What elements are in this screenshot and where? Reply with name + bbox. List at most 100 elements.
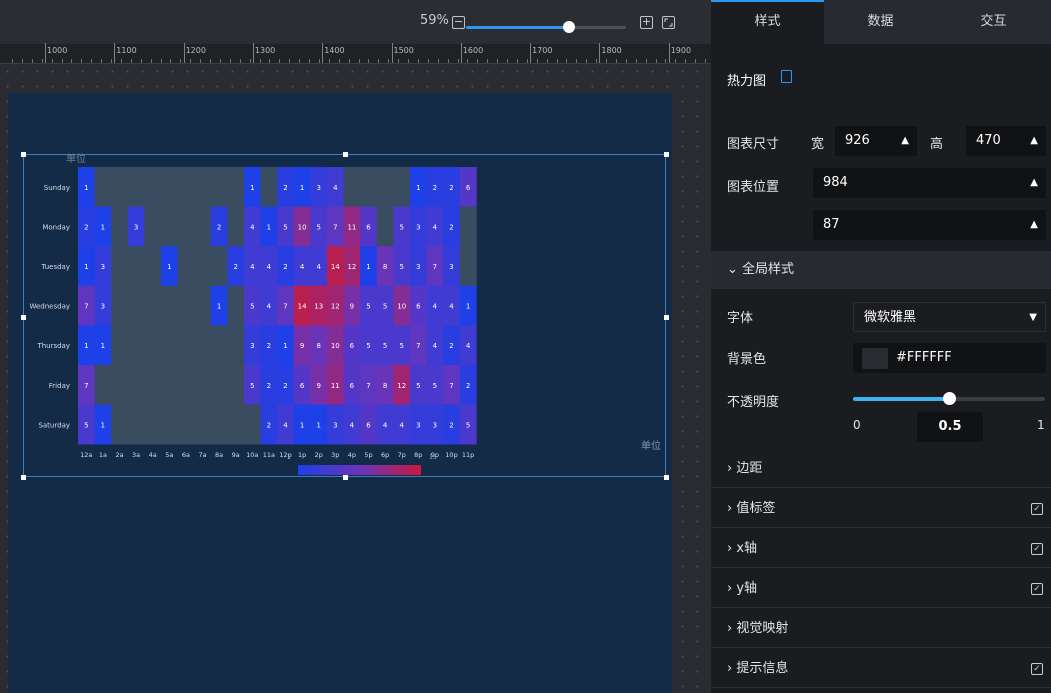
heatmap-empty-cell[interactable]: [177, 365, 195, 405]
height-input[interactable]: 470 ▲: [966, 126, 1046, 156]
heatmap-empty-cell[interactable]: [161, 167, 178, 207]
canvas-area[interactable]: 59% − + 1000 1100 1200 1300 1400 1500 1600 1700…: [0, 0, 711, 693]
heatmap-empty-cell[interactable]: [111, 285, 129, 326]
heatmap-empty-cell[interactable]: [161, 206, 178, 247]
heatmap-empty-cell[interactable]: [177, 167, 195, 207]
heatmap-empty-cell[interactable]: [111, 206, 129, 247]
width-input[interactable]: 926 ▲: [835, 126, 917, 156]
x-axis-tick-label: 5a: [165, 451, 173, 459]
heatmap-empty-cell[interactable]: [227, 285, 245, 326]
heatmap-empty-cell[interactable]: [194, 325, 212, 366]
heatmap-empty-cell[interactable]: [144, 325, 162, 366]
heatmap-value-label: 5: [399, 223, 403, 231]
heatmap-empty-cell[interactable]: [210, 365, 228, 405]
heatmap-empty-cell[interactable]: [161, 365, 178, 405]
position-y-spinner-icon[interactable]: ▲: [1030, 210, 1038, 240]
position-x-spinner-icon[interactable]: ▲: [1030, 168, 1038, 198]
heatmap-empty-cell[interactable]: [144, 246, 162, 287]
heatmap-empty-cell[interactable]: [127, 404, 145, 445]
heatmap-empty-cell[interactable]: [127, 325, 145, 366]
heatmap-value-label: 4: [333, 184, 338, 192]
opacity-value-input[interactable]: 0.5: [917, 412, 983, 442]
heatmap-empty-cell[interactable]: [210, 404, 228, 445]
chevron-right-icon: ›: [727, 661, 737, 676]
heatmap-empty-cell[interactable]: [194, 365, 212, 405]
global-style-section[interactable]: ⌄ 全局样式: [711, 251, 1051, 289]
heatmap-empty-cell[interactable]: [161, 285, 178, 326]
heatmap-value-label: 5: [84, 421, 88, 429]
heatmap-empty-cell[interactable]: [194, 404, 212, 445]
heatmap-empty-cell[interactable]: [177, 404, 195, 445]
heatmap-empty-cell[interactable]: [144, 285, 162, 326]
heatmap-empty-cell[interactable]: [194, 285, 212, 326]
heatmap-empty-cell[interactable]: [343, 167, 361, 207]
heatmap-empty-cell[interactable]: [244, 404, 261, 445]
tab-data[interactable]: 数据: [824, 0, 937, 44]
heatmap-empty-cell[interactable]: [227, 206, 245, 247]
height-spinner-icon[interactable]: ▲: [1030, 126, 1038, 156]
section-toggle-checkbox[interactable]: ✓: [1031, 543, 1043, 555]
opacity-slider-thumb[interactable]: [943, 392, 956, 405]
heatmap-empty-cell[interactable]: [111, 365, 129, 405]
heatmap-empty-cell[interactable]: [210, 325, 228, 366]
heatmap-empty-cell[interactable]: [144, 404, 162, 445]
heatmap-empty-cell[interactable]: [127, 246, 145, 287]
heatmap-empty-cell[interactable]: [227, 325, 245, 366]
visual-map-bar[interactable]: [298, 465, 421, 475]
heatmap-empty-cell[interactable]: [94, 167, 112, 207]
heatmap-empty-cell[interactable]: [111, 325, 129, 366]
heatmap-empty-cell[interactable]: [210, 167, 228, 207]
heatmap-empty-cell[interactable]: [459, 246, 477, 287]
heatmap-empty-cell[interactable]: [177, 246, 195, 287]
heatmap-empty-cell[interactable]: [360, 167, 378, 207]
heatmap-value-label: 2: [449, 184, 453, 192]
tab-interaction[interactable]: 交互: [937, 0, 1050, 44]
heatmap-value-label: 1: [101, 223, 105, 231]
heatmap-empty-cell[interactable]: [144, 206, 162, 247]
heatmap-empty-cell[interactable]: [127, 167, 145, 207]
section-5[interactable]: › 提示信息 ✓: [711, 650, 1051, 688]
section-toggle-checkbox[interactable]: ✓: [1031, 583, 1043, 595]
position-y-input[interactable]: 87 ▲: [813, 210, 1046, 240]
section-toggle-checkbox[interactable]: ✓: [1031, 663, 1043, 675]
opacity-slider[interactable]: [853, 392, 1045, 405]
heatmap-empty-cell[interactable]: [227, 167, 245, 207]
color-swatch[interactable]: [862, 348, 888, 369]
section-label: 提示信息: [736, 661, 789, 676]
heatmap-empty-cell[interactable]: [127, 285, 145, 326]
heatmap-empty-cell[interactable]: [459, 206, 477, 247]
heatmap-empty-cell[interactable]: [260, 167, 278, 207]
section-2[interactable]: › x轴 ✓: [711, 530, 1051, 568]
heatmap-empty-cell[interactable]: [376, 206, 394, 247]
heatmap-empty-cell[interactable]: [144, 167, 162, 207]
document-icon[interactable]: [781, 70, 792, 83]
heatmap-empty-cell[interactable]: [127, 365, 145, 405]
heatmap-empty-cell[interactable]: [227, 365, 245, 405]
heatmap-empty-cell[interactable]: [194, 206, 212, 247]
heatmap-empty-cell[interactable]: [210, 246, 228, 287]
font-select[interactable]: 微软雅黑 ▼: [853, 302, 1046, 332]
heatmap-empty-cell[interactable]: [111, 167, 129, 207]
section-0[interactable]: › 边距: [711, 450, 1051, 488]
position-x-input[interactable]: 984 ▲: [813, 168, 1046, 198]
heatmap-empty-cell[interactable]: [144, 365, 162, 405]
heatmap-empty-cell[interactable]: [393, 167, 411, 207]
section-toggle-checkbox[interactable]: ✓: [1031, 503, 1043, 515]
heatmap-empty-cell[interactable]: [177, 285, 195, 326]
heatmap-empty-cell[interactable]: [227, 404, 245, 445]
heatmap-empty-cell[interactable]: [376, 167, 394, 207]
section-4[interactable]: › 视觉映射: [711, 610, 1051, 648]
heatmap-empty-cell[interactable]: [177, 325, 195, 366]
width-spinner-icon[interactable]: ▲: [901, 126, 909, 156]
heatmap-empty-cell[interactable]: [194, 246, 212, 287]
heatmap-empty-cell[interactable]: [194, 167, 212, 207]
section-1[interactable]: › 值标签 ✓: [711, 490, 1051, 528]
section-3[interactable]: › y轴 ✓: [711, 570, 1051, 608]
heatmap-empty-cell[interactable]: [161, 325, 178, 366]
heatmap-empty-cell[interactable]: [111, 246, 129, 287]
heatmap-empty-cell[interactable]: [111, 404, 129, 445]
heatmap-empty-cell[interactable]: [177, 206, 195, 247]
tab-style[interactable]: 样式: [711, 0, 824, 44]
heatmap-empty-cell[interactable]: [94, 365, 112, 405]
heatmap-empty-cell[interactable]: [161, 404, 178, 445]
